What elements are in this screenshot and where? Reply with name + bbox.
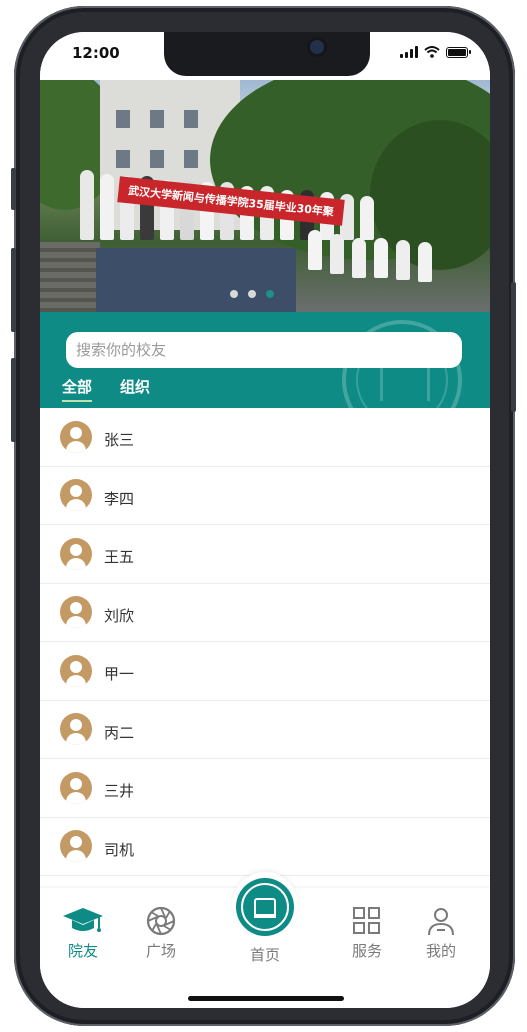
contact-name: 三井: [104, 782, 135, 801]
avatar-icon: [60, 537, 92, 570]
nav-services-label: 服务: [351, 942, 382, 960]
signal-icon: [400, 46, 418, 58]
nav-mine[interactable]: 我的: [406, 906, 476, 961]
search-input[interactable]: [66, 332, 462, 368]
filter-tabs: 全部 组织: [62, 376, 150, 402]
aperture-icon: [146, 906, 176, 936]
contact-list: 张三 李四 王五 刘欣 甲一 丙二 三井 司机: [40, 408, 490, 876]
nav-square-label: 广场: [145, 942, 176, 960]
screen: 12:00 武汉大学新闻与传播学院35届毕业30年聚 搜索你的校友 全部 组织 …: [40, 32, 490, 1008]
carousel-dot[interactable]: [248, 290, 256, 298]
home-logo-button[interactable]: [236, 878, 294, 936]
avatar-icon: [60, 713, 92, 746]
graduation-cap-icon: [63, 908, 103, 932]
list-item[interactable]: 李四: [40, 467, 490, 525]
carousel-dot[interactable]: [230, 290, 238, 298]
side-button-right: [511, 282, 516, 412]
avatar-icon: [60, 830, 92, 863]
contact-name: 张三: [104, 431, 135, 450]
side-button-left-mid: [11, 248, 16, 332]
front-camera: [310, 40, 324, 54]
avatar-icon: [60, 596, 92, 629]
side-button-left-top: [11, 168, 16, 210]
home-indicator[interactable]: [188, 996, 344, 1001]
avatar-icon: [60, 771, 92, 804]
list-item[interactable]: 王五: [40, 525, 490, 584]
contact-name: 司机: [104, 840, 135, 859]
nav-services[interactable]: 服务: [332, 906, 402, 961]
bottom-tab-bar: 院友 广场 首页 服务 我的: [40, 872, 490, 1008]
contact-name: 王五: [104, 548, 135, 567]
side-button-left-bottom: [11, 358, 16, 442]
status-bar: 12:00: [40, 32, 490, 80]
avatar-icon: [60, 654, 92, 687]
nav-alumni[interactable]: 院友: [48, 906, 118, 961]
list-item[interactable]: 丙二: [40, 701, 490, 759]
status-icons: [400, 46, 471, 58]
search-header: 全部 组织: [40, 312, 490, 408]
contact-name: 丙二: [104, 723, 135, 742]
carousel-dot-active[interactable]: [266, 290, 274, 298]
avatar-icon: [60, 479, 92, 512]
notch: [164, 32, 370, 76]
list-item[interactable]: 刘欣: [40, 584, 490, 642]
wifi-icon: [424, 46, 440, 58]
person-icon: [428, 908, 454, 936]
banner-carousel[interactable]: 武汉大学新闻与传播学院35届毕业30年聚: [40, 80, 490, 312]
contact-name: 李四: [104, 489, 135, 508]
grid-icon: [353, 907, 380, 934]
nav-alumni-label: 院友: [67, 942, 98, 960]
tab-organization[interactable]: 组织: [120, 376, 150, 402]
list-item[interactable]: 张三: [40, 408, 490, 467]
nav-mine-label: 我的: [425, 942, 456, 960]
carousel-indicator: [230, 290, 274, 298]
list-item[interactable]: 司机: [40, 818, 490, 876]
contact-name: 甲一: [104, 665, 135, 684]
contact-name: 刘欣: [104, 606, 135, 625]
list-item[interactable]: 三井: [40, 759, 490, 818]
nav-square[interactable]: 广场: [126, 906, 196, 961]
nav-home-label[interactable]: 首页: [230, 944, 300, 965]
avatar-icon: [60, 420, 92, 453]
status-time: 12:00: [72, 44, 120, 62]
battery-icon: [446, 46, 471, 58]
list-item[interactable]: 甲一: [40, 642, 490, 701]
tab-all[interactable]: 全部: [62, 376, 93, 402]
